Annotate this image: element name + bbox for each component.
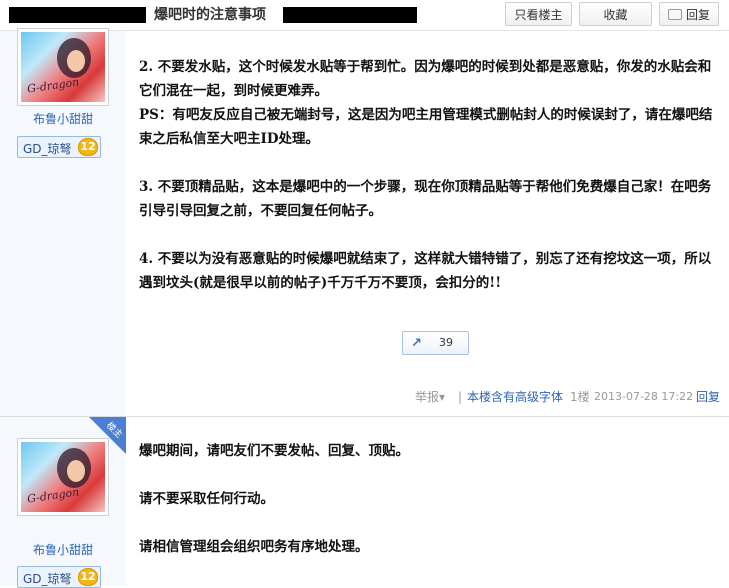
level-icon: 12 bbox=[78, 568, 98, 586]
floor-number: 1楼 bbox=[570, 390, 590, 404]
badge-label: GD_琼弩 bbox=[23, 142, 72, 156]
post-paragraph: 请不要采取任何行动。 bbox=[139, 491, 274, 507]
share-button[interactable]: ↗ 39 bbox=[402, 331, 469, 355]
avatar-signature: G-dragon bbox=[26, 75, 80, 96]
font-notice-link[interactable]: 本楼含有高级字体 bbox=[467, 388, 563, 406]
share-count: 39 bbox=[439, 336, 453, 349]
comment-icon bbox=[667, 9, 682, 20]
post-paragraph: 请相信管理组会组织吧务有序地处理。 bbox=[139, 539, 369, 555]
post-timestamp: 2013-07-28 17:22 bbox=[594, 390, 694, 403]
author-name[interactable]: 布鲁小甜甜 bbox=[0, 541, 126, 558]
avatar-image: G-dragon bbox=[21, 442, 105, 512]
reply-link[interactable]: 回复 bbox=[696, 388, 720, 406]
post-body: 爆吧期间，请吧友们不要发帖、回复、顶贴。 请不要采取任何行动。 请相信管理组会组… bbox=[139, 439, 719, 559]
reply-button-label: 回复 bbox=[685, 8, 710, 22]
thread-header: 爆吧时的注意事项 只看楼主 收藏 回复 bbox=[0, 0, 729, 31]
redacted-block bbox=[9, 7, 146, 23]
author-name[interactable]: 布鲁小甜甜 bbox=[0, 110, 126, 127]
report-label: 举报 bbox=[415, 390, 440, 404]
avatar[interactable]: G-dragon bbox=[17, 28, 109, 106]
level-icon: 12 bbox=[78, 138, 98, 156]
favorite-button[interactable]: 收藏 bbox=[579, 2, 652, 26]
redacted-block bbox=[283, 7, 417, 23]
post-paragraph: 爆吧期间，请吧友们不要发帖、回复、顶贴。 bbox=[139, 443, 409, 459]
avatar-signature: G-dragon bbox=[26, 485, 80, 506]
chevron-down-icon: ▾ bbox=[439, 390, 446, 404]
thread-title: 爆吧时的注意事项 bbox=[154, 7, 266, 23]
post-paragraph: 3. 不要顶精品贴，这本是爆吧中的一个步骤，现在你顶精品贴等于帮他们免费爆自己家… bbox=[139, 179, 712, 219]
avatar[interactable]: G-dragon bbox=[17, 438, 109, 516]
post-paragraph: 4. 不要以为没有恶意贴的时候爆吧就结束了，这样就大错特错了，别忘了还有挖坟这一… bbox=[139, 251, 712, 291]
only-op-button[interactable]: 只看楼主 bbox=[505, 2, 572, 26]
member-badge[interactable]: GD_琼弩 12 bbox=[17, 136, 101, 158]
avatar-image: G-dragon bbox=[21, 32, 105, 102]
meta-separator: | bbox=[458, 390, 463, 404]
post-paragraph: 2. 不要发水贴，这个时候发水贴等于帮到忙。因为爆吧的时候到处都是恶意贴，你发的… bbox=[139, 59, 712, 99]
report-link[interactable]: 举报▾ bbox=[415, 388, 445, 406]
post-body: 2. 不要发水贴，这个时候发水贴等于帮到忙。因为爆吧的时候到处都是恶意贴，你发的… bbox=[139, 55, 719, 295]
post-paragraph: PS：有吧友反应自己被无端封号，这是因为吧主用管理模式删帖封人的时候误封了，请在… bbox=[139, 107, 713, 147]
badge-label: GD_琼弩 bbox=[23, 572, 72, 586]
share-icon: ↗ bbox=[411, 336, 422, 351]
reply-button[interactable]: 回复 bbox=[659, 2, 719, 26]
